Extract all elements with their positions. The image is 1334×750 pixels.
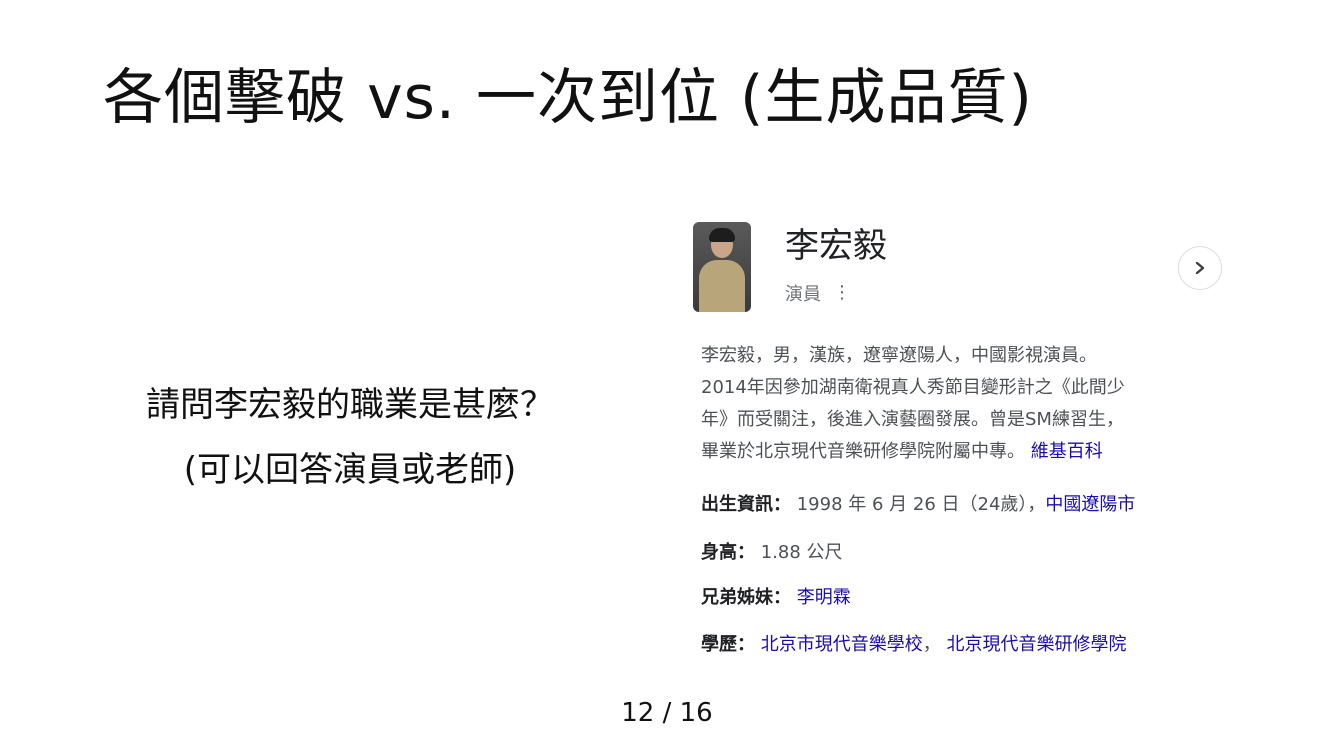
- sibling-link[interactable]: 李明霖: [797, 587, 851, 608]
- education-link[interactable]: 北京現代音樂研修學院: [946, 634, 1126, 655]
- page-number: 12 / 16: [621, 698, 713, 728]
- chevron-right-button[interactable]: [1178, 246, 1222, 290]
- question-text: 請問李宏毅的職業是甚麼？: [146, 385, 554, 425]
- birth-place-link[interactable]: 中國遼陽市: [1045, 494, 1135, 515]
- fact-birth: 出生資訊： 1998 年 6 月 26 日（24歲），中國遼陽市: [701, 490, 1135, 516]
- entity-subtitle: 演員: [785, 284, 821, 305]
- description-line-last: 畢業於北京現代音樂研修學院附屬中專。 維基百科: [701, 441, 1103, 462]
- fact-education: 學歷： 北京市現代音樂學校， 北京現代音樂研修學院: [701, 630, 1126, 656]
- fact-siblings: 兄弟姊妹： 李明霖: [701, 583, 851, 609]
- wikipedia-link[interactable]: 維基百科: [1031, 441, 1103, 462]
- description-line: 李宏毅，男，漢族，遼寧遼陽人，中國影視演員。: [701, 345, 1097, 366]
- entity-subtitle-row: 演員 ⋮: [785, 280, 851, 306]
- description-line: 2014年因參加湖南衛視真人秀節目變形計之《此間少: [701, 377, 1125, 398]
- fact-label: 學歷：: [701, 634, 755, 655]
- education-separator: ，: [922, 634, 941, 655]
- education-link[interactable]: 北京市現代音樂學校: [761, 634, 923, 655]
- entity-name: 李宏毅: [785, 226, 887, 266]
- kebab-icon[interactable]: ⋮: [833, 284, 851, 302]
- question-block: 請問李宏毅的職業是甚麼？ (可以回答演員或老師): [0, 385, 700, 491]
- fact-height: 身高： 1.88 公尺: [701, 538, 843, 564]
- chevron-right-icon: [1195, 261, 1205, 275]
- fact-value: 1.88 公尺: [760, 542, 843, 563]
- fact-label: 兄弟姊妹：: [701, 587, 791, 608]
- fact-label: 身高：: [701, 542, 755, 563]
- profile-photo[interactable]: [693, 222, 751, 312]
- question-hint: (可以回答演員或老師): [183, 449, 517, 490]
- slide-title: 各個擊破 vs. 一次到位 (生成品質): [103, 63, 1033, 133]
- entity-description: 李宏毅，男，漢族，遼寧遼陽人，中國影視演員。 2014年因參加湖南衛視真人秀節目…: [701, 340, 1221, 468]
- fact-value: 1998 年 6 月 26 日（24歲），: [796, 494, 1046, 515]
- description-line: 年》而受關注，後進入演藝圈發展。曾是SM練習生，: [701, 409, 1124, 430]
- fact-label: 出生資訊：: [701, 494, 791, 515]
